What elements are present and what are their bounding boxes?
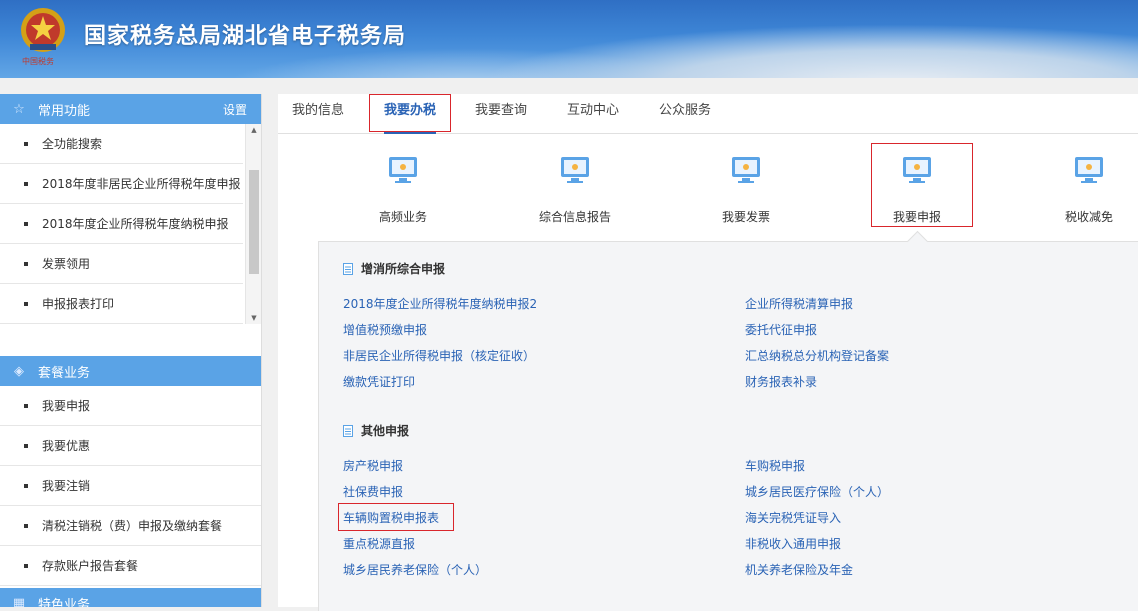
sidebar-item-deposit-account[interactable]: 存款账户报告套餐	[0, 546, 261, 586]
bullet-icon	[24, 523, 28, 528]
site-title: 国家税务总局湖北省电子税务局	[84, 24, 407, 49]
link-resident-medical[interactable]: 城乡居民医疗保险（个人）	[745, 483, 889, 500]
link-resident-pension[interactable]: 城乡居民养老保险（个人）	[343, 561, 487, 578]
card-label: 综合信息报告	[538, 210, 611, 224]
card-label: 税收减免	[1064, 210, 1113, 224]
link-enterprise-annual-2[interactable]: 2018年度企业所得税年度纳税申报2	[343, 295, 537, 312]
section-title: 常用功能	[38, 103, 91, 119]
section-title: 套餐业务	[38, 365, 91, 381]
sidebar-section-common[interactable]: ☆ 常用功能 设置	[0, 94, 261, 124]
monitor-icon	[1075, 157, 1103, 183]
monitor-icon	[561, 157, 589, 183]
sidebar-item-nonresident-annual[interactable]: 2018年度非居民企业所得税年度申报	[0, 164, 243, 204]
sidebar-section-special[interactable]: ▦ 特色业务	[0, 588, 261, 607]
link-financial-report-supplement[interactable]: 财务报表补录	[745, 373, 817, 390]
link-nontax-income[interactable]: 非税收入通用申报	[745, 535, 841, 552]
monitor-icon	[732, 157, 760, 183]
link-entrusted-collection[interactable]: 委托代征申报	[745, 321, 817, 338]
bullet-icon	[24, 221, 28, 226]
sidebar-scrollbar[interactable]: ▲ ▼	[245, 124, 261, 324]
sidebar-item-label: 2018年度企业所得税年度纳税申报	[42, 217, 229, 231]
sidebar: ☆ 常用功能 设置 全功能搜索 2018年度非居民企业所得税年度申报 2018年…	[0, 94, 262, 607]
card-invoice[interactable]: 我要发票	[696, 146, 796, 226]
document-icon	[343, 424, 353, 437]
link-key-tax-source[interactable]: 重点税源直报	[343, 535, 415, 552]
sidebar-item-label: 全功能搜索	[42, 137, 103, 151]
grid-icon: ▦	[12, 595, 26, 608]
scroll-down-icon[interactable]: ▼	[246, 312, 261, 324]
link-vehicle-tax[interactable]: 车购税申报	[745, 457, 805, 474]
card-label: 高频业务	[378, 210, 427, 224]
tab-my-info[interactable]: 我的信息	[292, 94, 344, 134]
link-highlight-box	[338, 503, 454, 531]
tab-query[interactable]: 我要查询	[475, 94, 527, 134]
monitor-icon	[389, 157, 417, 183]
card-tax-reduction[interactable]: 税收减免	[1039, 146, 1138, 226]
bullet-icon	[24, 403, 28, 408]
sidebar-item-preference[interactable]: 我要优惠	[0, 426, 261, 466]
link-payment-voucher-print[interactable]: 缴款凭证打印	[343, 373, 415, 390]
sidebar-item-label: 发票领用	[42, 257, 91, 271]
sidebar-item-report-print[interactable]: 申报报表打印	[0, 284, 243, 324]
bullet-icon	[24, 301, 28, 306]
section-title-other: 其他申报	[343, 422, 409, 439]
link-institution-pension[interactable]: 机关养老保险及年金	[745, 561, 853, 578]
tab-public-service[interactable]: 公众服务	[659, 94, 711, 134]
package-list: 我要申报 我要优惠 我要注销 清税注销税（费）申报及缴纳套餐 存款账户报告套餐	[0, 386, 261, 586]
bullet-icon	[24, 261, 28, 266]
sidebar-item-declare[interactable]: 我要申报	[0, 386, 261, 426]
sidebar-item-enterprise-annual[interactable]: 2018年度企业所得税年度纳税申报	[0, 204, 243, 244]
bullet-icon	[24, 443, 28, 448]
card-label: 我要发票	[721, 210, 770, 224]
section-title-vat-combined: 增消所综合申报	[343, 260, 445, 277]
tab-interaction[interactable]: 互动中心	[567, 94, 619, 134]
scrollbar-thumb[interactable]	[249, 170, 259, 274]
settings-link[interactable]: 设置	[223, 101, 247, 118]
main-panel: 我的信息 我要办税 我要查询 互动中心 公众服务 高频业务 综合信息报告 我要发…	[278, 94, 1138, 611]
tax-emblem-icon	[21, 8, 65, 52]
sidebar-item-label: 我要注销	[42, 479, 91, 493]
bullet-icon	[24, 141, 28, 146]
emblem-caption: 中国税务	[22, 57, 54, 66]
link-nonresident-assessed[interactable]: 非居民企业所得税申报（核定征收）	[343, 347, 535, 364]
section-title-text: 其他申报	[361, 424, 410, 438]
common-functions-list: 全功能搜索 2018年度非居民企业所得税年度申报 2018年度企业所得税年度纳税…	[0, 124, 261, 324]
bullet-icon	[24, 563, 28, 568]
sidebar-item-invoice-claim[interactable]: 发票领用	[0, 244, 243, 284]
sidebar-item-cancel[interactable]: 我要注销	[0, 466, 261, 506]
bullet-icon	[24, 181, 28, 186]
link-property-tax[interactable]: 房产税申报	[343, 457, 403, 474]
declare-dropdown-panel: 增消所综合申报 2018年度企业所得税年度纳税申报2 增值税预缴申报 非居民企业…	[318, 241, 1138, 611]
sidebar-item-tax-clearance[interactable]: 清税注销税（费）申报及缴纳套餐	[0, 506, 261, 546]
link-customs-voucher-import[interactable]: 海关完税凭证导入	[745, 509, 841, 526]
link-branch-registration[interactable]: 汇总纳税总分机构登记备案	[745, 347, 889, 364]
sidebar-item-label: 2018年度非居民企业所得税年度申报	[42, 177, 241, 191]
link-vat-prepay[interactable]: 增值税预缴申报	[343, 321, 427, 338]
site-header: 中国税务 国家税务总局湖北省电子税务局	[0, 0, 1138, 78]
sidebar-section-package[interactable]: ◈ 套餐业务	[0, 356, 261, 386]
link-social-insurance[interactable]: 社保费申报	[343, 483, 403, 500]
star-icon: ☆	[13, 101, 25, 117]
bullet-icon	[24, 483, 28, 488]
scroll-up-icon[interactable]: ▲	[246, 124, 261, 136]
card-highlight-box	[871, 143, 973, 227]
card-info-report[interactable]: 综合信息报告	[525, 146, 625, 226]
sidebar-item-full-search[interactable]: 全功能搜索	[0, 124, 243, 164]
document-icon	[343, 262, 353, 275]
section-title-text: 增消所综合申报	[361, 262, 446, 276]
layers-icon: ◈	[14, 363, 24, 379]
header-background-mountains	[478, 24, 1138, 78]
link-enterprise-liquidation[interactable]: 企业所得税清算申报	[745, 295, 853, 312]
section-title: 特色业务	[38, 597, 91, 608]
sidebar-item-label: 清税注销税（费）申报及缴纳套餐	[42, 519, 223, 533]
sidebar-item-label: 存款账户报告套餐	[42, 559, 139, 573]
sidebar-item-label: 我要申报	[42, 399, 91, 413]
card-high-frequency[interactable]: 高频业务	[353, 146, 453, 226]
tab-bar: 我的信息 我要办税 我要查询 互动中心 公众服务	[278, 94, 1138, 134]
tab-highlight-box	[369, 94, 451, 132]
sidebar-item-label: 申报报表打印	[42, 297, 115, 311]
sidebar-item-label: 我要优惠	[42, 439, 91, 453]
